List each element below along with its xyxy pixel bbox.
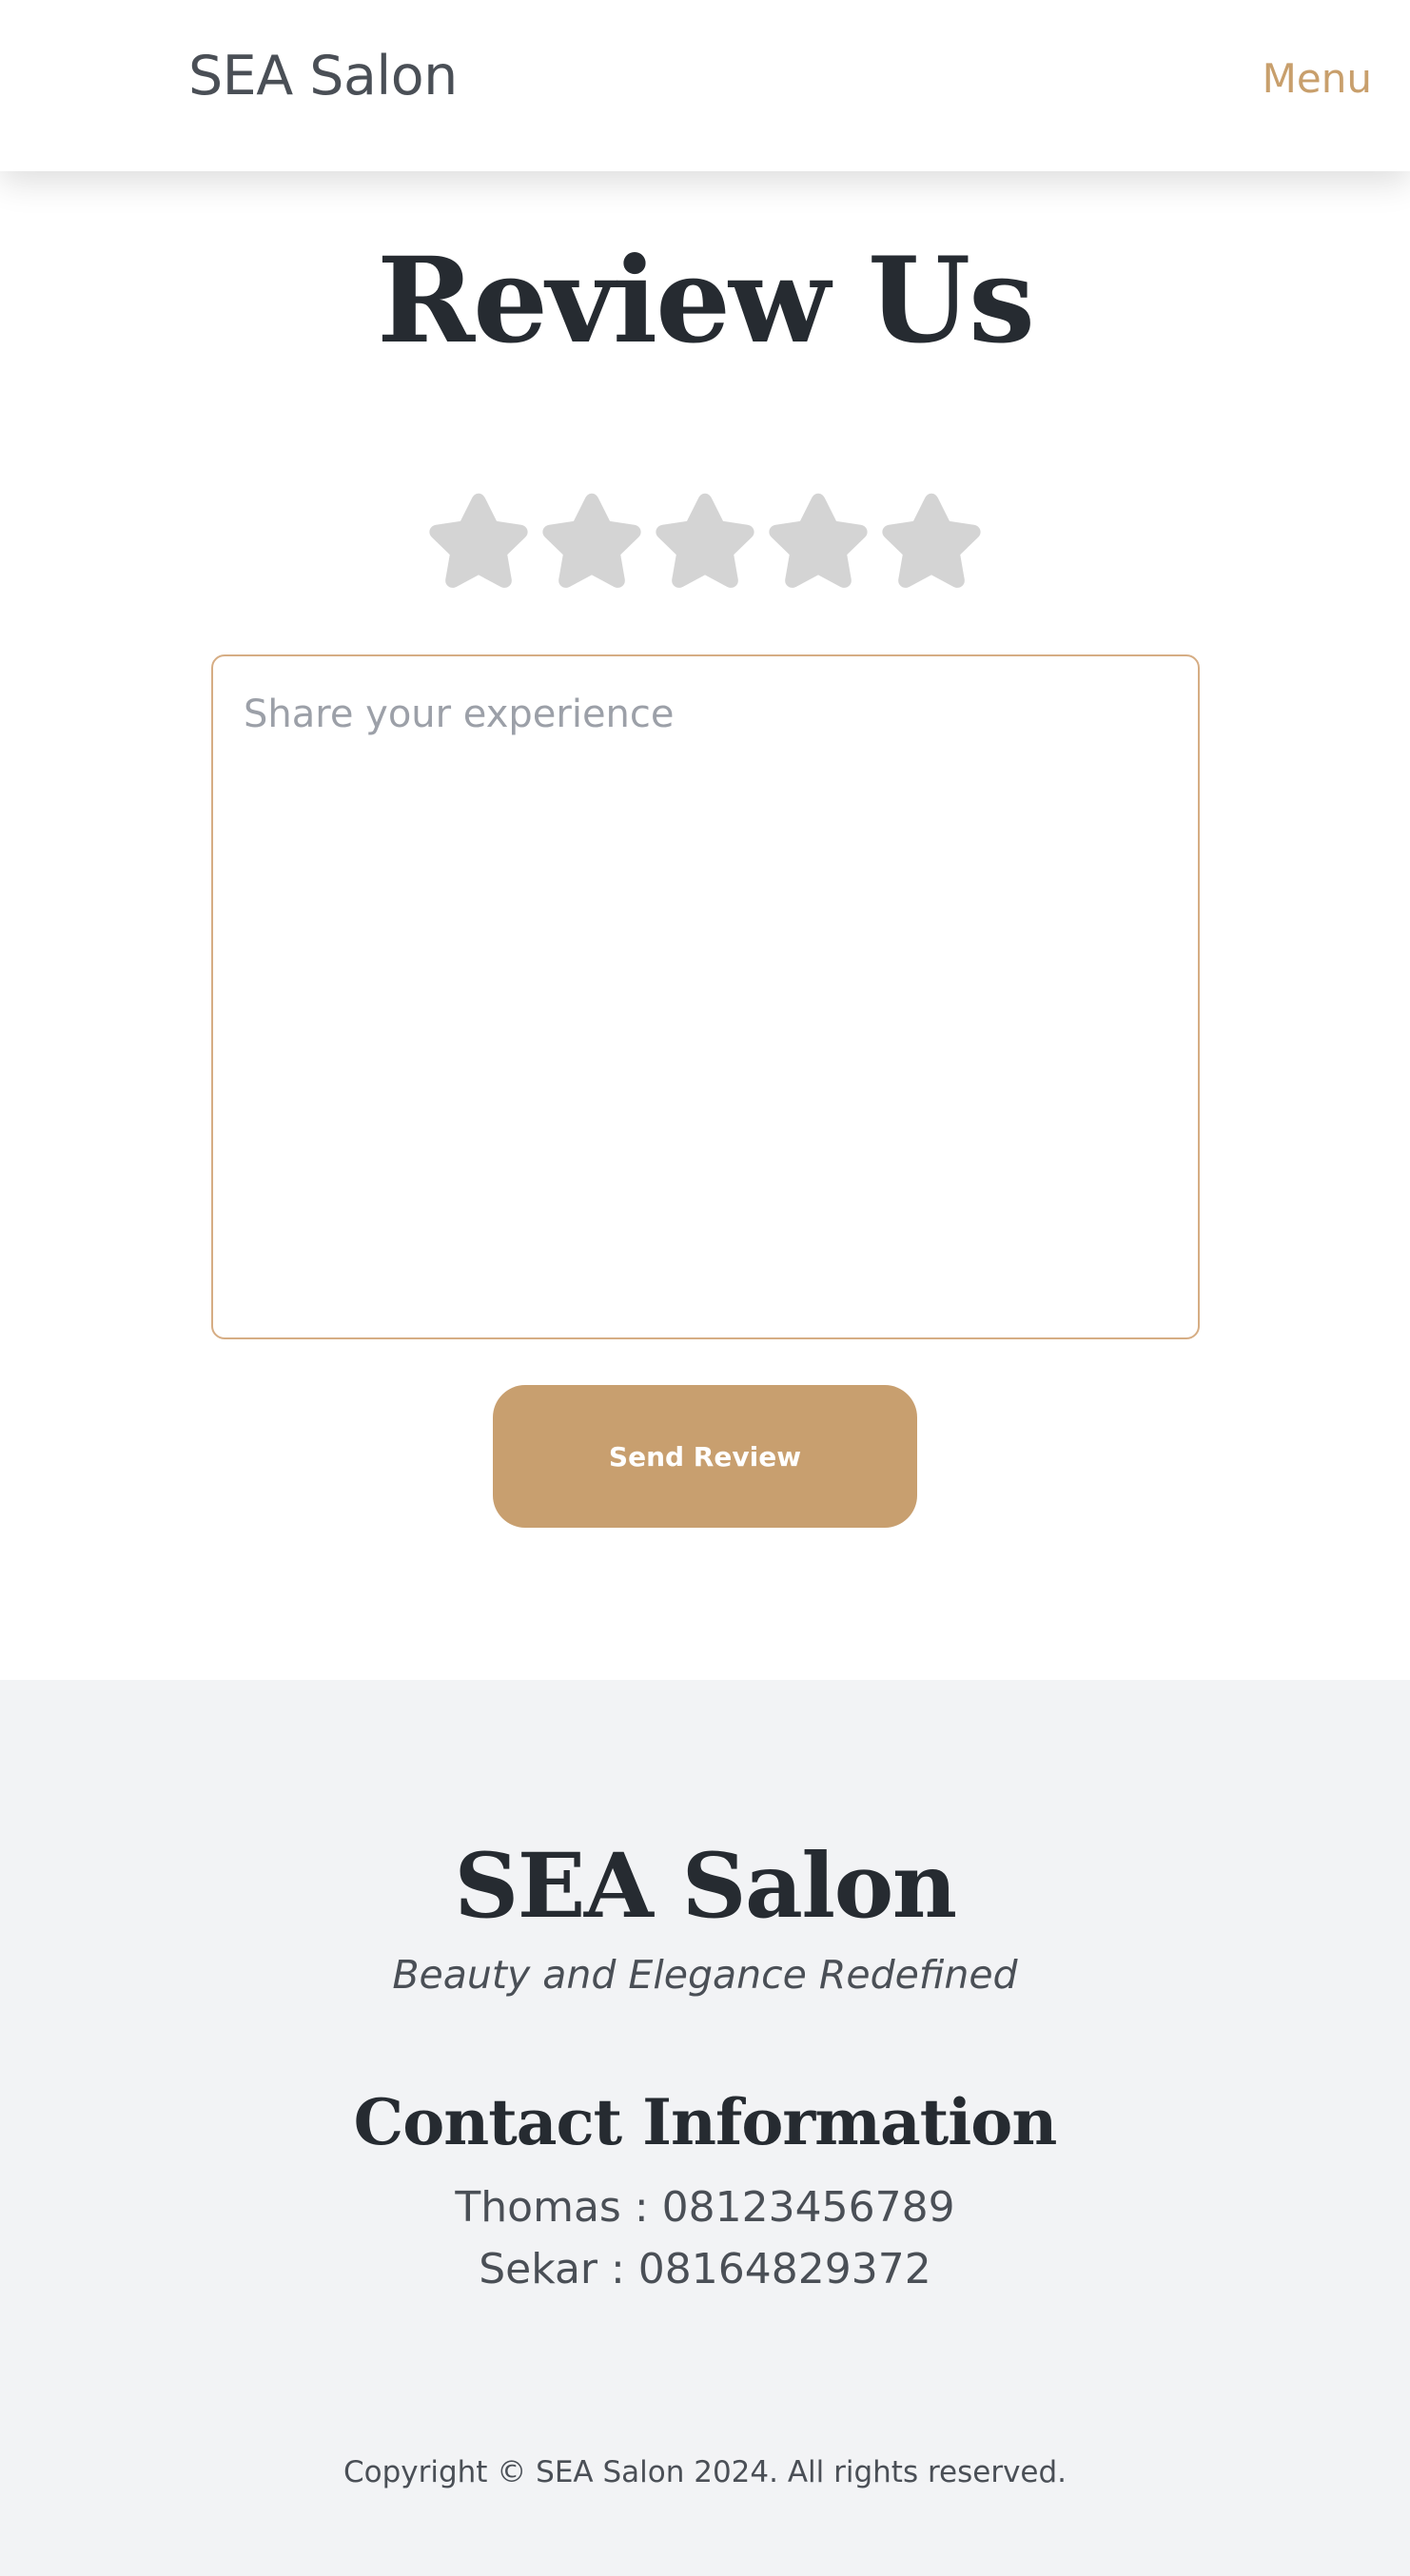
contact-line: Sekar : 08164829372 — [479, 2245, 931, 2293]
star-rating — [0, 487, 1410, 594]
site-footer: SEA Salon Beauty and Elegance Redefined … — [0, 1680, 1410, 2576]
review-textarea[interactable] — [211, 654, 1200, 1339]
contact-heading: Contact Information — [353, 2085, 1058, 2159]
star-icon[interactable] — [539, 487, 645, 594]
site-brand[interactable]: SEA Salon — [188, 49, 458, 104]
send-review-button[interactable]: Send Review — [493, 1385, 917, 1528]
menu-button[interactable]: Menu — [1263, 59, 1372, 99]
site-header: SEA Salon Menu — [0, 0, 1410, 171]
copyright-text: Copyright © SEA Salon 2024. All rights r… — [343, 2455, 1067, 2489]
star-icon[interactable] — [765, 487, 871, 594]
star-icon[interactable] — [425, 487, 532, 594]
page-title: Review Us — [377, 232, 1035, 370]
star-icon[interactable] — [878, 487, 985, 594]
contact-line: Thomas : 08123456789 — [455, 2183, 955, 2232]
footer-tagline: Beauty and Elegance Redefined — [392, 1952, 1018, 1998]
star-icon[interactable] — [652, 487, 758, 594]
footer-brand: SEA Salon — [454, 1834, 957, 1939]
